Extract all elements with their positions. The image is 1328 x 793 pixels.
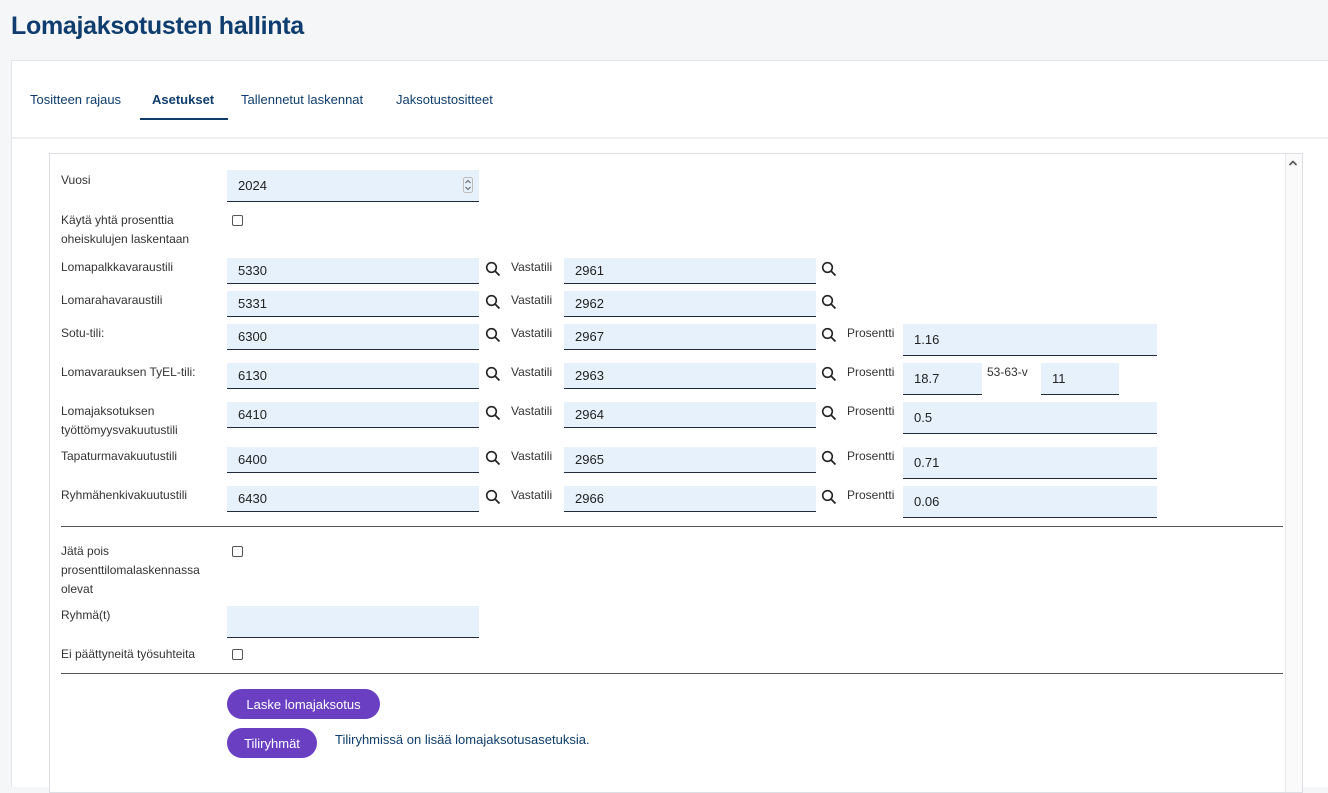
account-groups-button[interactable]: Tiliryhmät [227,728,317,758]
search-icon[interactable] [485,327,501,343]
percent-input[interactable] [903,324,1157,356]
exclude-label-1: Jätä pois [61,544,110,558]
percent-input[interactable] [903,363,982,395]
account-input[interactable] [227,291,479,317]
counter-input[interactable] [564,324,816,350]
divider [61,526,1283,527]
tab-bar: Tositteen rajaus Asetukset Tallennetut l… [12,61,1328,139]
counter-input[interactable] [564,258,816,284]
search-icon[interactable] [485,405,501,421]
settings-panel: Vuosi Käytä yhtä prosenttia oheiskulujen… [49,153,1303,793]
year-label: Vuosi [61,173,91,187]
row-label: Lomavarauksen TyEL-tili: [61,365,196,379]
percent-label: Prosentti [847,449,895,463]
percent-input[interactable] [903,402,1157,434]
counter-input[interactable] [564,291,816,317]
counter-label: Vastatili [511,326,553,340]
search-icon[interactable] [821,261,837,277]
search-icon[interactable] [821,405,837,421]
main-card: Tositteen rajaus Asetukset Tallennetut l… [11,60,1328,793]
percent-label: Prosentti [847,488,895,502]
groups-label: Ryhmä(t) [61,608,111,622]
counter-input[interactable] [564,402,816,428]
counter-label: Vastatili [511,293,553,307]
search-icon[interactable] [821,366,837,382]
search-icon[interactable] [485,366,501,382]
same-percent-checkbox[interactable] [232,215,243,226]
spinner-icon[interactable] [463,177,473,193]
account-input[interactable] [227,486,479,512]
tab-tositteen-rajaus[interactable]: Tositteen rajaus [30,92,121,107]
same-percent-label-2: oheiskulujen laskentaan [61,232,190,246]
tab-tallennetut-laskennat[interactable]: Tallennetut laskennat [241,92,363,107]
tab-asetukset[interactable]: Asetukset [152,92,214,107]
percent-label: Prosentti [847,404,895,418]
exclude-label-3: olevat [61,582,94,596]
active-tab-indicator [140,118,228,120]
same-percent-label-1: Käytä yhtä prosenttia [61,213,174,227]
row-label: Lomajaksotuksen [61,404,155,418]
row-label: Ryhmähenkivakuutustili [61,488,188,502]
percent-label: Prosentti [847,365,895,379]
age-percent-input[interactable] [1041,363,1119,395]
percent-input[interactable] [903,447,1157,479]
account-input[interactable] [227,363,479,389]
row-label: Lomarahavaraustili [61,293,163,307]
tab-jaksotustositteet[interactable]: Jaksotustositteet [396,92,493,107]
counter-label: Vastatili [511,365,553,379]
account-input[interactable] [227,447,479,473]
row-label: Lomapalkkavaraustili [61,260,174,274]
counter-input[interactable] [564,363,816,389]
groups-input[interactable] [227,606,479,638]
account-input[interactable] [227,324,479,350]
divider [61,673,1283,674]
search-icon[interactable] [821,294,837,310]
exclude-checkbox[interactable] [232,546,243,557]
no-ended-checkbox[interactable] [232,649,243,660]
search-icon[interactable] [485,450,501,466]
exclude-label-2: prosenttilomalaskennassa [61,563,200,577]
counter-label: Vastatili [511,260,553,274]
search-icon[interactable] [485,294,501,310]
year-field [227,170,479,202]
row-label: Sotu-tili: [61,326,105,340]
scrollbar[interactable] [1285,154,1302,792]
counter-input[interactable] [564,447,816,473]
calculate-button[interactable]: Laske lomajaksotus [227,689,380,719]
search-icon[interactable] [821,327,837,343]
account-input[interactable] [227,258,479,284]
account-groups-note: Tiliryhmissä on lisää lomajaksotusasetuk… [335,732,590,747]
account-input[interactable] [227,402,479,428]
no-ended-label: Ei päättyneitä työsuhteita [61,647,196,661]
chevron-up-icon[interactable] [1288,158,1298,168]
counter-input[interactable] [564,486,816,512]
age-group-label: 53-63-v [987,365,1028,379]
counter-label: Vastatili [511,488,553,502]
percent-label: Prosentti [847,326,895,340]
search-icon[interactable] [485,489,501,505]
percent-input[interactable] [903,486,1157,518]
year-input[interactable] [227,170,479,202]
row-label-line2: työttömyysvakuutustili [61,423,178,437]
search-icon[interactable] [821,450,837,466]
page-title: Lomajaksotusten hallinta [11,12,304,40]
search-icon[interactable] [485,261,501,277]
counter-label: Vastatili [511,404,553,418]
row-label: Tapaturmavakuutustili [61,449,178,463]
counter-label: Vastatili [511,449,553,463]
search-icon[interactable] [821,489,837,505]
